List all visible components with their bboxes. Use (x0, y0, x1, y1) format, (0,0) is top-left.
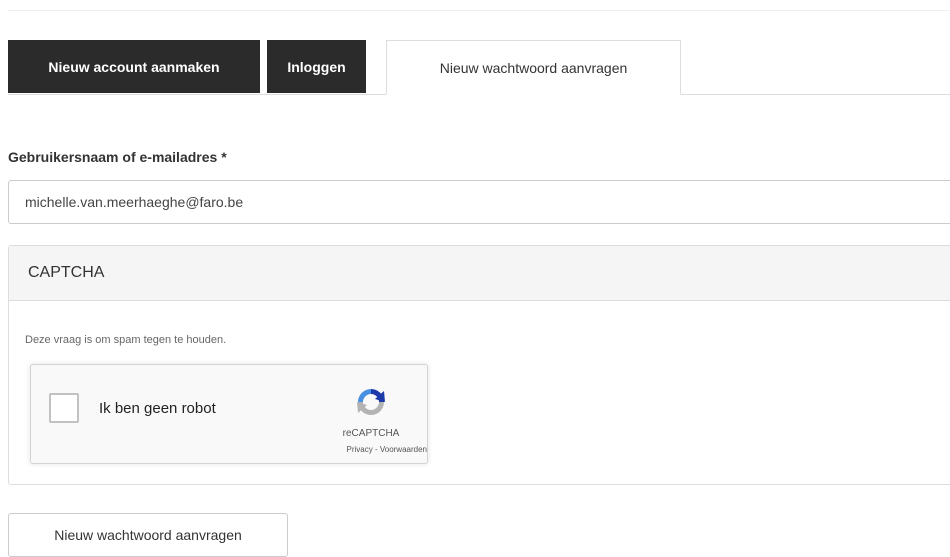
captcha-panel-title: CAPTCHA (9, 246, 950, 301)
recaptcha-checkbox[interactable] (49, 393, 79, 423)
captcha-panel: CAPTCHA Deze vraag is om spam tegen te h… (8, 245, 950, 485)
recaptcha-terms-link[interactable]: Voorwaarden (380, 445, 427, 454)
recaptcha-logo-icon (357, 389, 385, 415)
captcha-description: Deze vraag is om spam tegen te houden. (25, 334, 227, 346)
account-tabs: Nieuw account aanmaken Inloggen Nieuw wa… (8, 40, 950, 95)
username-label: Gebruikersnaam of e-mailadres * (8, 149, 227, 165)
tab-new-account[interactable]: Nieuw account aanmaken (8, 40, 260, 93)
recaptcha-checkbox-label: Ik ben geen robot (99, 400, 216, 417)
tab-login[interactable]: Inloggen (267, 40, 366, 93)
username-email-input[interactable] (8, 180, 950, 224)
username-label-text: Gebruikersnaam of e-mailadres (8, 149, 218, 165)
tab-new-password[interactable]: Nieuw wachtwoord aanvragen (386, 40, 681, 95)
request-new-password-button[interactable]: Nieuw wachtwoord aanvragen (8, 513, 288, 557)
top-divider (8, 10, 950, 11)
recaptcha-privacy-link[interactable]: Privacy (347, 445, 373, 454)
recaptcha-link-separator: - (372, 445, 380, 454)
recaptcha-links: Privacy - Voorwaarden (291, 445, 428, 454)
required-marker: * (221, 149, 227, 165)
recaptcha-brand: reCAPTCHA (342, 428, 400, 439)
recaptcha-widget: Ik ben geen robot reCAPTCHA Privacy - Vo… (30, 364, 428, 464)
